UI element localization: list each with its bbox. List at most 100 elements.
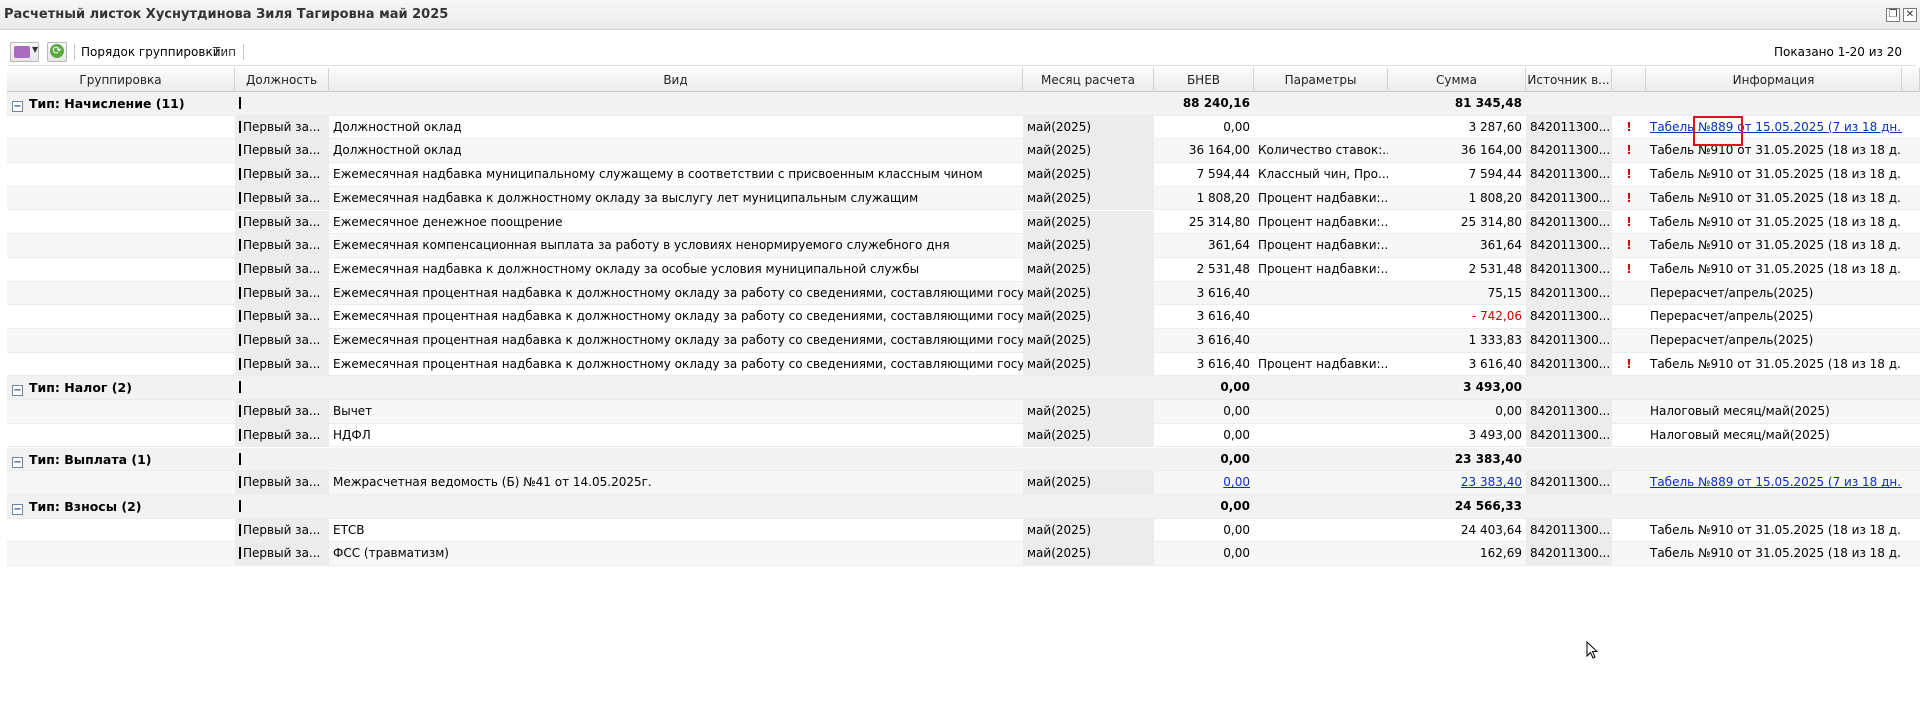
cell-month: май(2025) [1023, 542, 1154, 566]
group-label[interactable]: − Тип: Выплата (1) [12, 448, 152, 471]
grouping-order-value[interactable]: Тип [213, 45, 236, 59]
column-marker [239, 523, 241, 536]
actions-menu-button[interactable]: ▼ [10, 42, 39, 62]
group-sum-total: 3 493,00 [1463, 380, 1522, 395]
table-row[interactable]: Первый за... Ежемесячная процентная надба… [7, 305, 1920, 329]
cell-info[interactable]: Табель №889 от 15.05.2025 (7 из 18 дн... [1646, 116, 1902, 139]
cell-month: май(2025) [1023, 234, 1154, 258]
header-col-month[interactable]: Месяц расчета [1023, 68, 1154, 92]
cell-info: Табель №910 от 31.05.2025 (18 из 18 д... [1646, 187, 1902, 210]
warning-flag-icon: ! [1626, 214, 1632, 229]
group-label[interactable]: − Тип: Взносы (2) [12, 495, 141, 518]
group-label[interactable]: − Тип: Налог (2) [12, 376, 132, 399]
header-col-position[interactable]: Должность [235, 68, 329, 92]
records-shown-counter: Показано 1-20 из 20 [1773, 45, 1902, 59]
table-row[interactable]: Первый за... Ежемесячная надбавка к должн… [7, 257, 1920, 282]
info-link[interactable]: Табель №889 от 15.05.2025 (7 из 18 дн... [1650, 475, 1902, 489]
collapse-group-icon[interactable]: − [12, 503, 23, 515]
group-row[interactable]: − Тип: Налог (2) 0,00 3 493,00 [7, 376, 1920, 401]
grouping-order-label: Порядок группировки: [81, 45, 225, 59]
cell-sum: 25 314,80 [1388, 211, 1526, 234]
header-col-extra[interactable] [1902, 68, 1920, 92]
cell-info: Табель №910 от 31.05.2025 (18 из 18 д... [1646, 234, 1902, 257]
collapse-group-icon[interactable]: − [12, 101, 23, 112]
table-row[interactable]: Первый за... Должностной оклад май(2025) 36… [7, 139, 1920, 164]
table-row[interactable]: Первый за... Ежемесячная процентная надба… [7, 329, 1920, 353]
cell-params [1254, 282, 1388, 305]
cell-sum: 162,69 [1388, 542, 1526, 565]
cell-params: Процент надбавки:... [1258, 261, 1388, 276]
position-text: Первый за... [243, 190, 321, 205]
close-icon[interactable]: ✕ [1903, 8, 1917, 22]
table-row[interactable]: Первый за... Ежемесячная надбавка к должн… [7, 186, 1920, 211]
group-row[interactable]: − Тип: Взносы (2) 0,00 24 566,33 [7, 494, 1920, 519]
position-text: Первый за... [243, 167, 321, 182]
restore-window-icon[interactable]: ❐ [1886, 8, 1900, 22]
cell-month: май(2025) [1023, 471, 1154, 495]
sum-value: 361,64 [1480, 238, 1522, 253]
toolbar-separator [74, 44, 75, 60]
cell-params: Классный чин, Про... [1258, 167, 1388, 182]
header-col-bnev[interactable]: БНЕВ [1154, 68, 1254, 92]
table-row[interactable]: Первый за... Вычет май(2025) 0,00 0,00 842011… [7, 400, 1920, 424]
cell-sum: 3 616,40 [1388, 353, 1526, 376]
cell-position: Первый за... [235, 139, 329, 163]
cell-bnev: 3 616,40 [1154, 282, 1254, 305]
header-col-info[interactable]: Информация [1646, 68, 1902, 92]
group-bnev-total: 0,00 [1220, 451, 1250, 466]
bnev-value: 0,00 [1223, 404, 1250, 419]
table-row[interactable]: Первый за... ЕТСВ май(2025) 0,00 24 403,64 84… [7, 518, 1920, 543]
cell-bnev: 3 616,40 [1154, 305, 1254, 328]
cell-bnev: 3 616,40 [1154, 353, 1254, 376]
cell-params [1254, 400, 1388, 423]
sum-value: - 742,06 [1471, 309, 1522, 324]
warning-flag-icon: ! [1626, 119, 1632, 134]
cell-params: Процент надбавки:... [1258, 214, 1388, 229]
table-row[interactable]: Первый за... ФСС (травматизм) май(2025) 0,0… [7, 542, 1920, 566]
table-row[interactable]: Первый за... Ежемесячное денежное поощрен… [7, 210, 1920, 235]
column-marker [239, 310, 241, 323]
table-row[interactable]: Первый за... Ежемесячная процентная надба… [7, 352, 1920, 377]
info-text: Табель №910 от 31.05.2025 (18 из 18 д... [1650, 356, 1902, 371]
position-text: Первый за... [243, 238, 321, 253]
header-col-params[interactable]: Параметры [1254, 68, 1388, 92]
bnev-value[interactable]: 0,00 [1223, 475, 1250, 489]
table-row[interactable]: Первый за... Должностной оклад май(2025) 0,… [7, 115, 1920, 140]
cell-sum: 2 531,48 [1388, 258, 1526, 281]
cell-position: Первый за... [235, 471, 329, 495]
toolbar-separator [243, 44, 244, 60]
toolbar: ▼ ⟳ Порядок группировки: Тип Показано 1-… [8, 38, 1916, 66]
collapse-group-icon[interactable]: − [12, 456, 23, 468]
info-link[interactable]: Табель №889 от 15.05.2025 (7 из 18 дн... [1650, 120, 1902, 134]
warning-flag-icon: ! [1626, 238, 1632, 253]
actions-menu-icon [14, 46, 30, 58]
table-row[interactable]: Первый за... Ежемесячная компенсационная … [7, 234, 1920, 258]
cell-kind: Ежемесячная процентная надбавка к должно… [333, 356, 1023, 371]
cell-bnev: 0,00 [1154, 519, 1254, 542]
header-col-grouping[interactable]: Группировка [7, 68, 235, 92]
group-row[interactable]: − Тип: Начисление (11) 88 240,16 81 345,48 [7, 92, 1920, 116]
table-row[interactable]: Первый за... Ежемесячная надбавка муницип… [7, 163, 1920, 187]
header-col-kind[interactable]: Вид [329, 68, 1023, 92]
bnev-value: 3 616,40 [1196, 309, 1250, 324]
cell-params [1254, 116, 1388, 139]
payslip-grid: Группировка Должность Вид Месяц расчета БНЕВ… [7, 68, 1920, 714]
cell-params: Процент надбавки:... [1258, 356, 1388, 371]
table-row[interactable]: Первый за... Межрасчетная ведомость (Б) №… [7, 471, 1920, 495]
header-col-source[interactable]: Источник в... [1526, 68, 1612, 92]
sum-value[interactable]: 23 383,40 [1461, 475, 1522, 489]
group-row[interactable]: − Тип: Выплата (1) 0,00 23 383,40 [7, 447, 1920, 472]
cell-source: 842011300... [1526, 186, 1612, 210]
cell-sum: 23 383,40 [1388, 471, 1526, 494]
table-row[interactable]: Первый за... Ежемесячная процентная надба… [7, 281, 1920, 306]
sum-value: 24 403,64 [1460, 522, 1522, 537]
group-label[interactable]: − Тип: Начисление (11) [12, 92, 185, 115]
sum-value: 0,00 [1495, 404, 1522, 419]
cell-info[interactable]: Табель №889 от 15.05.2025 (7 из 18 дн... [1646, 471, 1902, 494]
table-row[interactable]: Первый за... НДФЛ май(2025) 0,00 3 493,00 842… [7, 423, 1920, 448]
collapse-group-icon[interactable]: − [12, 385, 23, 397]
header-col-sum[interactable]: Сумма [1388, 68, 1526, 92]
header-col-flag[interactable] [1612, 68, 1646, 92]
cell-info: Табель №910 от 31.05.2025 (18 из 18 д... [1646, 519, 1902, 542]
refresh-button[interactable]: ⟳ [47, 42, 67, 62]
